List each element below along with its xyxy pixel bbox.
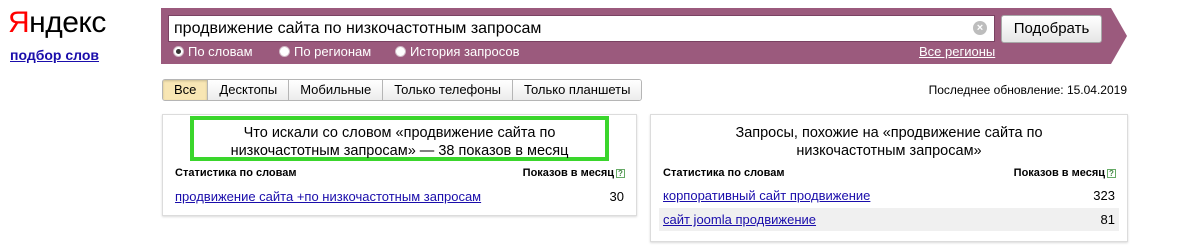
impressions-count: 323 (1093, 188, 1115, 203)
similar-panel: Запросы, похожие на «продвижение сайта п… (650, 114, 1128, 242)
column-header-count-label: Показов в месяц (522, 167, 614, 179)
table-row: сайт joomla продвижение 81 (659, 208, 1119, 231)
mode-by-regions[interactable]: По регионам (279, 44, 371, 60)
table-row: продвижение сайта +по низкочастотным зап… (171, 185, 628, 208)
column-header-count: Показов в месяц? (1014, 167, 1116, 179)
panel-title-line: Что искали со словом «продвижение сайта … (243, 125, 556, 141)
last-update: Последнее обновление: 15.04.2019 (928, 83, 1127, 97)
mode-history[interactable]: История запросов (395, 44, 520, 60)
tab-phones-only[interactable]: Только телефоны (382, 80, 513, 100)
logo-rest: ндекс (29, 6, 106, 39)
device-tabs: Все Десктопы Мобильные Только телефоны Т… (162, 79, 643, 101)
mode-label: По словам (188, 44, 253, 59)
panel-title: Запросы, похожие на «продвижение сайта п… (651, 124, 1127, 160)
wordstat-link[interactable]: подбор слов (10, 47, 99, 63)
panel-title-line: низкочастотным запросам» (796, 143, 982, 159)
all-regions-link[interactable]: Все регионы (919, 44, 995, 60)
phrase-link[interactable]: продвижение сайта +по низкочастотным зап… (175, 185, 481, 208)
impressions-count: 81 (1100, 212, 1115, 227)
tab-mobile[interactable]: Мобильные (288, 80, 383, 100)
panel-title-line: Запросы, похожие на «продвижение сайта п… (735, 125, 1043, 141)
panel-title-line: низкочастотным запросам» — 38 показов в … (230, 143, 569, 159)
help-icon[interactable]: ? (1107, 169, 1116, 178)
column-header-phrase: Статистика по словам (175, 167, 297, 179)
tab-desktops[interactable]: Десктопы (207, 80, 289, 100)
radio-icon (279, 46, 290, 57)
search-input[interactable]: продвижение сайта по низкочастотным запр… (168, 15, 995, 42)
words-panel: Что искали со словом «продвижение сайта … (162, 114, 637, 216)
column-header-count: Показов в месяц? (523, 167, 625, 179)
phrase-link[interactable]: корпоративный сайт продвижение (663, 184, 870, 207)
yandex-logo[interactable]: Яндекс (8, 6, 106, 40)
panel-title: Что искали со словом «продвижение сайта … (163, 124, 636, 160)
table-row: корпоративный сайт продвижение 323 (659, 184, 1119, 207)
column-header-count-label: Показов в месяц (1013, 167, 1105, 179)
submit-button[interactable]: Подобрать (1001, 15, 1102, 43)
logo-first-letter: Я (8, 6, 30, 39)
search-bar-arrow (1111, 8, 1127, 64)
impressions-count: 30 (609, 189, 624, 204)
radio-icon (395, 46, 406, 57)
radio-selected-icon (173, 46, 184, 57)
column-header-phrase: Статистика по словам (663, 167, 785, 179)
clear-icon[interactable]: × (973, 21, 987, 35)
mode-by-words[interactable]: По словам (173, 44, 253, 60)
tab-all[interactable]: Все (163, 80, 208, 100)
mode-label: История запросов (410, 44, 520, 59)
phrase-link[interactable]: сайт joomla продвижение (663, 208, 816, 231)
help-icon[interactable]: ? (616, 169, 625, 178)
tab-tablets-only[interactable]: Только планшеты (512, 80, 642, 100)
mode-label: По регионам (294, 44, 372, 59)
